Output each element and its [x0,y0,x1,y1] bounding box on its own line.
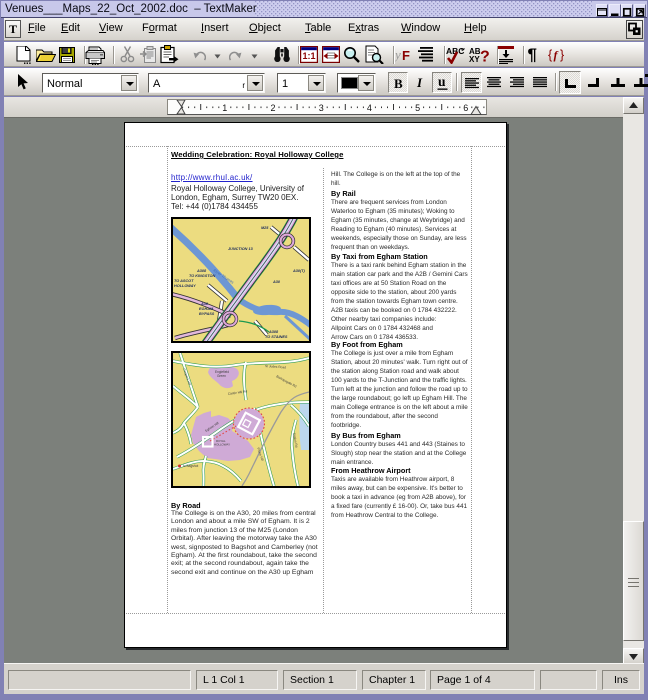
svg-text:Bishopsgate Rd: Bishopsgate Rd [276,374,298,388]
svg-text:?: ? [480,49,489,65]
svg-text:to Bagshot: to Bagshot [183,464,198,468]
svg-text:Coopers Hill: Coopers Hill [182,368,192,386]
svg-text:A30: A30 [272,280,281,284]
svg-text:HOLLOWAY: HOLLOWAY [174,284,196,288]
svg-text:u: u [438,74,446,89]
svg-text:EGHAM: EGHAM [199,307,214,311]
svg-text:B: B [394,76,403,91]
svg-text:1:1: 1:1 [302,51,315,61]
svg-text:¶: ¶ [528,45,537,63]
svg-text:M25: M25 [261,226,269,230]
svg-text:TO STAINES: TO STAINES [265,335,288,339]
svg-text:}: } [560,48,564,62]
svg-text:I: I [416,75,423,90]
svg-text:A30(T): A30(T) [292,269,306,273]
svg-text:A308: A308 [196,269,207,273]
svg-text:{: { [548,48,552,62]
svg-text:f: f [554,48,559,62]
svg-text:XY: XY [469,55,480,64]
svg-text:TO ASCOT: TO ASCOT [174,279,194,283]
svg-text:TO KINGSTON: TO KINGSTON [189,274,215,278]
svg-text:Green: Green [217,374,226,378]
svg-text:A30: A30 [200,302,209,306]
svg-text:A308: A308 [268,330,279,334]
svg-text:HOLLOWAY: HOLLOWAY [214,443,230,447]
svg-text:St Judes Road: St Judes Road [265,364,286,369]
svg-text:BYPASS: BYPASS [199,312,215,316]
svg-text:JUNCTION 13: JUNCTION 13 [228,247,254,251]
svg-text:y: y [395,47,401,62]
svg-text:F: F [402,48,410,63]
